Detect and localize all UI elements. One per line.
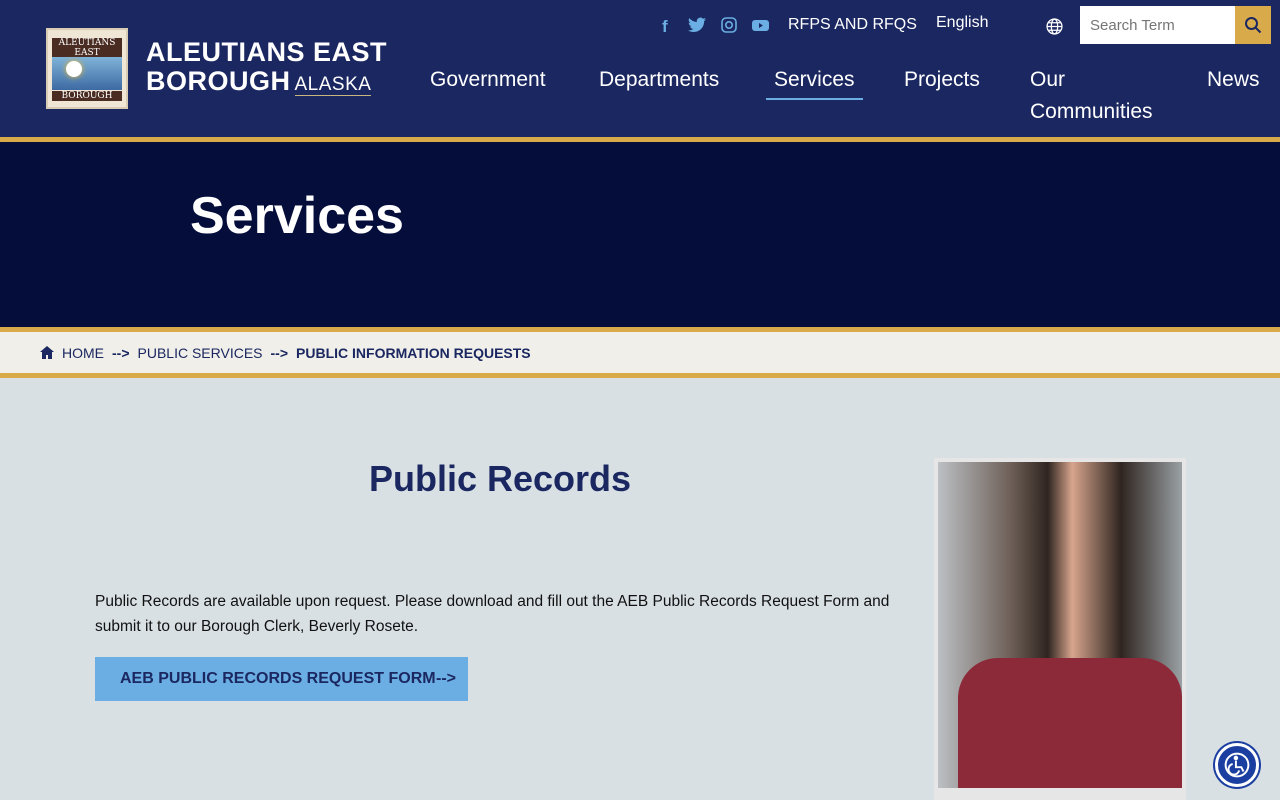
clerk-photo [934, 458, 1186, 800]
nav-government[interactable]: Government [430, 64, 546, 96]
breadcrumb-separator: --> [270, 344, 289, 361]
language-selector[interactable]: English [936, 14, 988, 32]
hero-banner: Services [0, 142, 1280, 332]
youtube-icon[interactable] [752, 17, 769, 37]
breadcrumb: HOME --> PUBLIC SERVICES --> PUBLIC INFO… [0, 332, 1280, 378]
nav-departments[interactable]: Departments [599, 64, 719, 96]
breadcrumb-current: PUBLIC INFORMATION REQUESTS [296, 344, 531, 361]
search-input[interactable] [1080, 6, 1235, 44]
nav-news[interactable]: News [1207, 64, 1260, 96]
borough-seal-logo[interactable]: ALEUTIANS EAST BOROUGH [46, 28, 128, 109]
instagram-icon[interactable] [721, 17, 737, 38]
rfps-link[interactable]: RFPS AND RFQS [788, 16, 917, 34]
intro-paragraph: Public Records are available upon reques… [95, 593, 890, 635]
breadcrumb-separator: --> [112, 344, 130, 361]
site-logo-text[interactable]: ALEUTIANS EAST BOROUGH ALASKA [146, 38, 387, 99]
arrow-icon: --> [436, 670, 456, 687]
section-heading: Public Records [368, 458, 632, 499]
accessibility-icon [1224, 752, 1250, 778]
search-icon [1245, 17, 1262, 34]
search-button[interactable] [1235, 6, 1271, 44]
breadcrumb-home[interactable]: HOME [62, 345, 104, 361]
nav-our-communities[interactable]: Our Communities [1030, 64, 1170, 128]
twitter-icon[interactable] [688, 17, 706, 38]
accessibility-button[interactable] [1215, 743, 1259, 787]
home-icon [40, 346, 54, 359]
globe-icon[interactable] [1046, 18, 1063, 40]
facebook-icon[interactable]: f [662, 17, 668, 37]
nav-services[interactable]: Services [766, 64, 863, 100]
nav-projects[interactable]: Projects [904, 64, 980, 96]
request-form-button[interactable]: AEB PUBLIC RECORDS REQUEST FORM --> [95, 657, 468, 701]
page-title: Services [190, 187, 404, 245]
site-header: ALEUTIANS EAST BOROUGH ALEUTIANS EAST BO… [0, 0, 1280, 142]
breadcrumb-public-services[interactable]: PUBLIC SERVICES [138, 345, 263, 361]
